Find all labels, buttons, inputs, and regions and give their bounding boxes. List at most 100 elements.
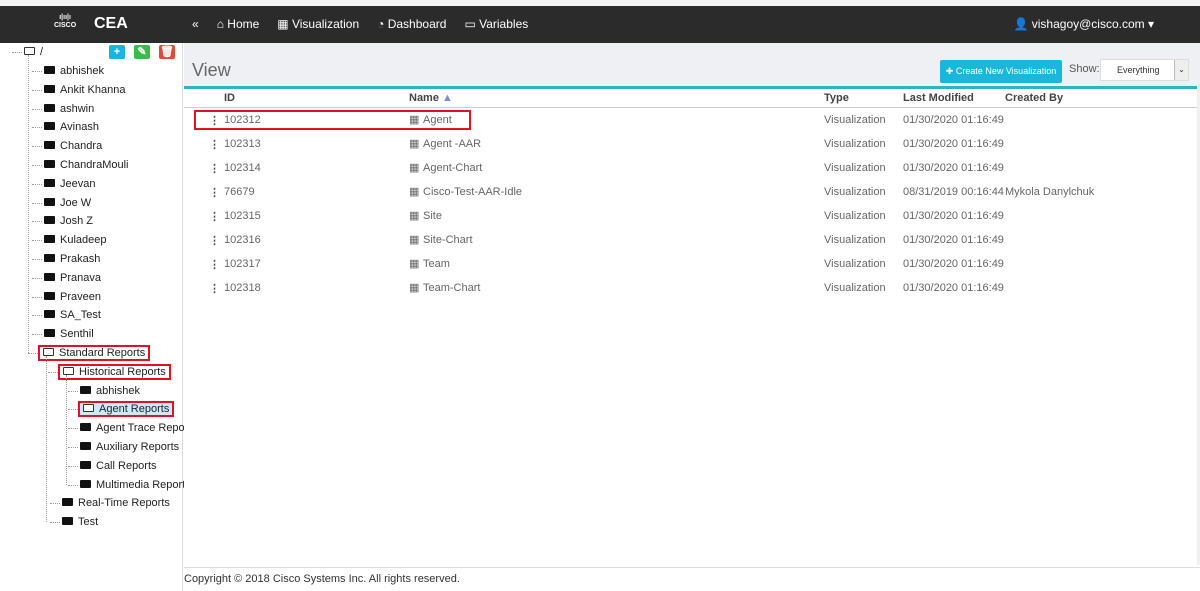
folder-open-icon bbox=[24, 47, 35, 56]
row-id: 102314 bbox=[224, 162, 261, 174]
tree-folder[interactable]: Call Reports bbox=[80, 457, 157, 475]
folder-icon bbox=[44, 235, 55, 244]
user-menu[interactable]: 👤 vishagoy@cisco.com ▾ bbox=[1013, 17, 1154, 31]
dashboard-icon: ◔ bbox=[377, 17, 388, 31]
edit-folder-button[interactable]: ✎ bbox=[134, 45, 150, 59]
tree-connector bbox=[68, 409, 78, 411]
row-type: Visualization bbox=[824, 234, 886, 246]
row-name[interactable]: Team-Chart bbox=[423, 282, 480, 294]
cisco-logo: ı|ıı|ı CISCO bbox=[54, 14, 77, 29]
col-id[interactable]: ID bbox=[224, 92, 235, 104]
nav-variables[interactable]: ▭ Variables bbox=[464, 17, 528, 31]
row-id: 102313 bbox=[224, 138, 261, 150]
tree-folder[interactable]: Real-Time Reports bbox=[62, 494, 170, 512]
row-type: Visualization bbox=[824, 210, 886, 222]
tree-folder[interactable]: Kuladeep bbox=[44, 231, 107, 249]
col-last-modified[interactable]: Last Modified bbox=[903, 92, 974, 104]
col-name[interactable]: Name ▲ bbox=[409, 92, 453, 104]
row-menu-icon[interactable]: ⋮ bbox=[209, 282, 220, 295]
table-row[interactable]: ⋮ 102317 ▦ Team Visualization 01/30/2020 01:1… bbox=[184, 253, 1197, 277]
col-type[interactable]: Type bbox=[824, 92, 849, 104]
collapse-button[interactable]: « bbox=[192, 17, 199, 31]
tree-folder[interactable]: Praveen bbox=[44, 288, 101, 306]
nav-visualization[interactable]: ▦ Visualization bbox=[277, 17, 359, 31]
tree-folder[interactable]: SA_Test bbox=[44, 306, 101, 324]
row-name[interactable]: Site bbox=[423, 210, 442, 222]
row-name[interactable]: Cisco-Test-AAR-Idle bbox=[423, 186, 522, 198]
tree-folder[interactable]: Agent Trace Repor bbox=[80, 419, 188, 437]
folder-icon bbox=[44, 329, 55, 338]
table-row[interactable]: ⋮ 102312 ▦ Agent Visualization 01/30/2020 01:… bbox=[184, 109, 1197, 133]
row-type: Visualization bbox=[824, 186, 886, 198]
table-icon: ▦ bbox=[409, 186, 420, 198]
nav-home[interactable]: ⌂ Home bbox=[217, 17, 260, 31]
tree-folder-label: Avinash bbox=[60, 121, 99, 134]
table-row[interactable]: ⋮ 102315 ▦ Site Visualization 01/30/2020 01:1… bbox=[184, 205, 1197, 229]
tree-connector bbox=[32, 165, 42, 166]
tree-folder-label: Pranava bbox=[60, 271, 101, 284]
row-menu-icon[interactable]: ⋮ bbox=[209, 234, 220, 247]
delete-folder-button[interactable]: 🗑 bbox=[159, 45, 175, 59]
tree-folder[interactable]: / bbox=[24, 43, 43, 61]
tree-folder[interactable]: ChandraMouli bbox=[44, 156, 128, 174]
row-id: 102318 bbox=[224, 282, 261, 294]
tree-folder-label: Ankit Khanna bbox=[60, 83, 126, 96]
table-row[interactable]: ⋮ 102318 ▦ Team-Chart Visualization 01/30/202… bbox=[184, 277, 1197, 301]
tree-connector bbox=[32, 108, 42, 110]
row-name[interactable]: Site-Chart bbox=[423, 234, 473, 246]
show-select[interactable]: Everything ⌄ bbox=[1100, 59, 1189, 81]
tree-folder[interactable]: Jeevan bbox=[44, 175, 95, 193]
tree-folder[interactable]: abhishek bbox=[44, 62, 104, 80]
tree-connector bbox=[32, 334, 42, 336]
nav-variables-label: Variables bbox=[479, 17, 529, 31]
tree-folder[interactable]: Agent Reports bbox=[77, 400, 175, 418]
add-folder-button[interactable]: + bbox=[109, 45, 125, 59]
row-menu-icon[interactable]: ⋮ bbox=[209, 162, 220, 175]
tree-folder[interactable]: Josh Z bbox=[44, 212, 93, 230]
tree-folder[interactable]: Auxiliary Reports bbox=[80, 438, 179, 456]
row-name[interactable]: Agent-Chart bbox=[423, 162, 482, 174]
row-menu-icon[interactable]: ⋮ bbox=[209, 186, 220, 199]
row-modified: 08/31/2019 00:16:44 bbox=[903, 186, 1004, 198]
row-id: 102317 bbox=[224, 258, 261, 270]
tree-folder[interactable]: ashwin bbox=[44, 100, 94, 118]
create-visualization-button[interactable]: ✚ Create New Visualization bbox=[940, 60, 1062, 83]
table-row[interactable]: ⋮ 102313 ▦ Agent -AAR Visualization 01/30/202… bbox=[184, 133, 1197, 157]
tree-connector bbox=[68, 428, 78, 430]
row-name[interactable]: Agent -AAR bbox=[423, 138, 481, 150]
row-modified: 01/30/2020 01:16:49 bbox=[903, 162, 1004, 174]
folder-open-icon bbox=[43, 348, 54, 357]
tree-folder[interactable]: Prakash bbox=[44, 250, 100, 268]
tree-folder[interactable]: Chandra bbox=[44, 137, 102, 155]
row-modified: 01/30/2020 01:16:49 bbox=[903, 138, 1004, 150]
chevron-down-icon: ⌄ bbox=[1174, 60, 1188, 80]
tree-folder[interactable]: Standard Reports bbox=[37, 344, 151, 362]
tree-folder[interactable]: Multimedia Report bbox=[80, 476, 185, 494]
row-menu-icon[interactable]: ⋮ bbox=[209, 258, 220, 271]
tree-folder[interactable]: Test bbox=[62, 513, 98, 531]
tree-folder[interactable]: abhishek bbox=[80, 382, 140, 400]
row-name[interactable]: Team bbox=[423, 258, 450, 270]
row-modified: 01/30/2020 01:16:49 bbox=[903, 258, 1004, 270]
nav-dashboard-label: Dashboard bbox=[387, 17, 447, 31]
folder-tree: + ✎ 🗑 / abhishek Ankit Khanna ashwin Avinash… bbox=[0, 43, 188, 591]
tree-connector bbox=[32, 277, 42, 279]
folder-icon bbox=[44, 141, 55, 150]
tree-folder[interactable]: Joe W bbox=[44, 194, 91, 212]
row-menu-icon[interactable]: ⋮ bbox=[209, 210, 220, 223]
tree-folder[interactable]: Historical Reports bbox=[58, 363, 171, 381]
tree-folder[interactable]: Senthil bbox=[44, 325, 94, 343]
tree-folder[interactable]: Pranava bbox=[44, 269, 101, 287]
row-menu-icon[interactable]: ⋮ bbox=[209, 138, 220, 151]
table-row[interactable]: ⋮ 102316 ▦ Site-Chart Visualization 01/30/202… bbox=[184, 229, 1197, 253]
folder-open-icon bbox=[83, 404, 94, 413]
row-type: Visualization bbox=[824, 138, 886, 150]
col-created-by[interactable]: Created By bbox=[1005, 92, 1063, 104]
tree-folder-label: Chandra bbox=[60, 140, 103, 153]
folder-icon bbox=[80, 460, 91, 469]
tree-folder[interactable]: Ankit Khanna bbox=[44, 81, 125, 99]
table-row[interactable]: ⋮ 76679 ▦ Cisco-Test-AAR-Idle Visualization 0… bbox=[184, 181, 1197, 205]
table-row[interactable]: ⋮ 102314 ▦ Agent-Chart Visualization 01/30/20… bbox=[184, 157, 1197, 181]
nav-dashboard[interactable]: ◔ Dashboard bbox=[377, 17, 446, 31]
tree-folder[interactable]: Avinash bbox=[44, 118, 99, 136]
